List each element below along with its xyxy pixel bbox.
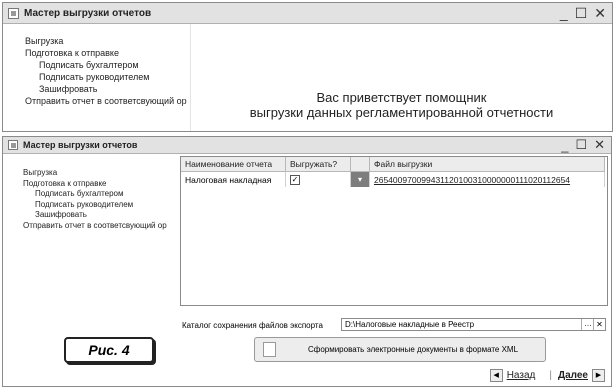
figure-label-text: Рис. 4: [88, 342, 130, 358]
back-window-controls: _ ☐ ✕: [560, 3, 606, 23]
front-window-controls: _ ☐ ✕: [561, 137, 605, 153]
step-item[interactable]: Подготовка к отправке: [23, 179, 167, 190]
maximize-icon[interactable]: ☐: [575, 137, 587, 153]
next-arrow-icon[interactable]: ▶: [592, 369, 605, 382]
column-header-report-name[interactable]: Наименование отчета: [181, 157, 286, 172]
back-button[interactable]: Назад: [507, 370, 536, 381]
export-checkbox[interactable]: ✓: [290, 175, 300, 185]
step-item[interactable]: Отправить отчет в соответсвующий ор: [25, 95, 187, 107]
back-window: Мастер выгрузки отчетов _ ☐ ✕ Выгрузка П…: [2, 2, 613, 132]
front-steps-list: Выгрузка Подготовка к отправке Подписать…: [23, 168, 167, 231]
back-steps-list: Выгрузка Подготовка к отправке Подписать…: [25, 35, 187, 107]
status-cell: ▾: [350, 171, 370, 187]
close-icon[interactable]: ✕: [594, 137, 605, 153]
filter-icon: ▾: [357, 175, 362, 184]
clear-icon[interactable]: ✕: [593, 319, 605, 330]
reports-table[interactable]: Наименование отчета Выгружать? Файл выгр…: [180, 156, 608, 306]
welcome-line-1: Вас приветствует помощник: [316, 90, 487, 105]
step-item[interactable]: Подписать бухгалтером: [25, 59, 187, 71]
table-row[interactable]: Налоговая накладная ✓ ▾ 2654009700994311…: [181, 171, 605, 187]
step-item[interactable]: Выгрузка: [23, 168, 167, 179]
next-button[interactable]: Далее: [558, 370, 588, 381]
app-icon: [8, 7, 19, 19]
welcome-line-2: выгрузки данных регламентированной отчет…: [249, 105, 554, 120]
step-item[interactable]: Подписать руководителем: [25, 71, 187, 83]
front-window: Мастер выгрузки отчетов _ ☐ ✕ Выгрузка П…: [2, 136, 612, 387]
figure-label: Рис. 4: [64, 337, 154, 363]
column-header-status[interactable]: [350, 157, 370, 172]
close-icon[interactable]: ✕: [594, 5, 606, 22]
front-window-title: Мастер выгрузки отчетов: [23, 140, 138, 150]
wizard-navigation: ◀ Назад | Далее ▶: [489, 369, 605, 382]
front-window-titlebar: Мастер выгрузки отчетов _ ☐ ✕: [3, 137, 611, 154]
back-window-titlebar: Мастер выгрузки отчетов _ ☐ ✕: [3, 3, 612, 24]
catalog-input[interactable]: D:\Налоговые накладные в Реестр: [345, 320, 474, 329]
step-item[interactable]: Зашифровать: [25, 83, 187, 95]
catalog-field[interactable]: D:\Налоговые накладные в Реестр … ✕: [341, 318, 606, 331]
app-icon: [8, 140, 18, 150]
step-item[interactable]: Зашифровать: [23, 210, 167, 221]
back-window-title: Мастер выгрузки отчетов: [24, 7, 152, 19]
export-file-link[interactable]: 2654009700994311201003100000001110201126…: [374, 175, 570, 185]
report-name-cell[interactable]: Налоговая накладная: [181, 171, 286, 187]
generate-button-label: Сформировать электронные документы в фор…: [307, 345, 519, 354]
export-file-cell[interactable]: 2654009700994311201003100000001110201126…: [369, 171, 605, 187]
step-item[interactable]: Подписать руководителем: [23, 200, 167, 211]
minimize-icon[interactable]: _: [560, 5, 568, 21]
catalog-label: Каталог сохранения файлов экспорта: [182, 321, 323, 330]
maximize-icon[interactable]: ☐: [575, 5, 588, 22]
column-header-export-file[interactable]: Файл выгрузки: [369, 157, 605, 172]
column-header-export[interactable]: Выгружать?: [285, 157, 351, 172]
step-item[interactable]: Подготовка к отправке: [25, 47, 187, 59]
step-item[interactable]: Отправить отчет в соответсвующий ор: [23, 221, 167, 232]
step-item[interactable]: Подписать бухгалтером: [23, 189, 167, 200]
document-icon: [263, 342, 276, 357]
nav-separator: |: [549, 370, 552, 381]
generate-button[interactable]: Сформировать электронные документы в фор…: [254, 337, 546, 362]
step-item[interactable]: Выгрузка: [25, 35, 187, 47]
welcome-text: Вас приветствует помощник выгрузки данны…: [191, 90, 612, 120]
back-arrow-icon[interactable]: ◀: [489, 369, 503, 382]
export-checkbox-cell[interactable]: ✓: [285, 171, 351, 187]
table-header-row: Наименование отчета Выгружать? Файл выгр…: [181, 157, 605, 172]
minimize-icon[interactable]: _: [561, 138, 568, 153]
